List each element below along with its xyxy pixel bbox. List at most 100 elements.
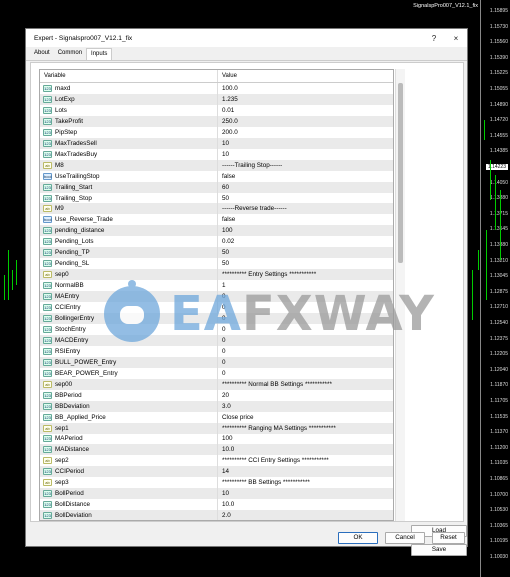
param-value[interactable]: 0.01	[218, 107, 393, 114]
param-row[interactable]: 123 BB_Applied_Price Close price	[40, 411, 393, 423]
param-row[interactable]: bool UseTrailingStop false	[40, 170, 393, 182]
param-value[interactable]: 10	[218, 490, 393, 497]
param-value[interactable]: 60	[218, 184, 393, 191]
param-row[interactable]: bool Use_Reverse_Trade false	[40, 214, 393, 226]
dialog-titlebar[interactable]: Expert - Signalspro007_V12.1_fix ? ×	[26, 29, 467, 47]
param-variable-cell: 123 Lots	[40, 104, 218, 116]
param-value[interactable]: 200.0	[218, 129, 393, 136]
param-value[interactable]: 0	[218, 359, 393, 366]
param-value[interactable]: ********** BB Settings ***********	[218, 479, 393, 486]
number-type-icon: 123	[43, 282, 52, 290]
param-value[interactable]: 50	[218, 195, 393, 202]
number-type-icon: 123	[43, 336, 52, 344]
param-value[interactable]: 10.0	[218, 446, 393, 453]
param-value[interactable]: 1.235	[218, 96, 393, 103]
param-row[interactable]: 123 MaxTradesSell 10	[40, 137, 393, 149]
param-row[interactable]: 123 CCIPeriod 14	[40, 466, 393, 478]
price-tick: 1.13715	[489, 210, 508, 217]
param-row[interactable]: 123 BBDeviation 3.0	[40, 400, 393, 412]
reset-button[interactable]: Reset	[432, 532, 465, 544]
param-row[interactable]: 123 maxd 100.0	[40, 83, 393, 94]
param-value[interactable]: false	[218, 173, 393, 180]
param-value[interactable]: 20	[218, 392, 393, 399]
param-value[interactable]: ------Reverse trade------	[218, 205, 393, 212]
column-header-value[interactable]: Value	[218, 70, 393, 82]
help-button[interactable]: ?	[423, 34, 445, 43]
param-row[interactable]: 123 BBPeriod 20	[40, 389, 393, 401]
param-row[interactable]: ab sep3 ********** BB Settings ***********	[40, 477, 393, 489]
tab-about[interactable]: About	[30, 48, 54, 60]
ok-button[interactable]: OK	[338, 532, 378, 544]
param-row[interactable]: 123 Trailing_Start 60	[40, 181, 393, 193]
param-value[interactable]: 250.0	[218, 118, 393, 125]
param-row[interactable]: 123 TakeProfit 250.0	[40, 115, 393, 127]
number-type-icon: 123	[43, 194, 52, 202]
param-name: CCIEntry	[55, 304, 81, 312]
number-type-icon: 123	[43, 249, 52, 257]
string-type-icon: ab	[43, 457, 52, 465]
number-type-icon: 123	[43, 501, 52, 509]
param-value[interactable]: 2.0	[218, 512, 393, 519]
param-name: MaxTradesBuy	[55, 150, 98, 158]
param-variable-cell: 123 BBDeviation	[40, 400, 218, 412]
param-row[interactable]: ab M9 ------Reverse trade------	[40, 203, 393, 215]
price-tick: 1.10865	[489, 476, 508, 482]
save-button[interactable]: Save	[411, 544, 467, 556]
param-row[interactable]: 123 BULL_POWER_Entry 0	[40, 356, 393, 368]
param-row[interactable]: 123 Trailing_Stop 50	[40, 192, 393, 204]
param-row[interactable]: 123 BollDistance 10.0	[40, 499, 393, 511]
cancel-button[interactable]: Cancel	[385, 532, 425, 544]
param-name: NormalBB	[55, 282, 84, 290]
param-value[interactable]: ********** Ranging MA Settings *********…	[218, 425, 393, 432]
param-row[interactable]: 123 MaxTradesBuy 10	[40, 148, 393, 160]
param-value[interactable]: 0.02	[218, 238, 393, 245]
param-row[interactable]: ab sep2 ********** CCI Entry Settings ****…	[40, 455, 393, 467]
param-value[interactable]: 100	[218, 227, 393, 234]
param-row[interactable]: 123 PipStep 200.0	[40, 126, 393, 138]
param-value[interactable]: 10	[218, 151, 393, 158]
number-type-icon: 123	[43, 95, 52, 103]
param-row[interactable]: ab sep1 ********** Ranging MA Settings ***…	[40, 422, 393, 434]
param-value[interactable]: ********** Normal BB Settings **********…	[218, 381, 393, 388]
param-row[interactable]: 123 BollPeriod 10	[40, 488, 393, 500]
tab-common[interactable]: Common	[54, 48, 86, 60]
param-value[interactable]: 100	[218, 435, 393, 442]
param-row[interactable]: 123 MADistance 10.0	[40, 444, 393, 456]
param-row[interactable]: 123 Lots 0.01	[40, 104, 393, 116]
param-row[interactable]: 123 Pending_Lots 0.02	[40, 236, 393, 248]
param-name: Trailing_Start	[55, 183, 93, 191]
close-button[interactable]: ×	[445, 34, 467, 43]
param-row[interactable]: 123 BEAR_POWER_Entry 0	[40, 367, 393, 379]
param-value[interactable]: ********** CCI Entry Settings **********…	[218, 457, 393, 464]
param-value[interactable]: 10	[218, 140, 393, 147]
param-value[interactable]: 14	[218, 468, 393, 475]
param-value[interactable]: 10.0	[218, 501, 393, 508]
param-value[interactable]: 100.0	[218, 85, 393, 92]
price-tick: 1.10030	[489, 554, 508, 560]
param-row[interactable]: 123 Pending_TP 50	[40, 247, 393, 259]
column-header-variable[interactable]: Variable	[40, 70, 218, 82]
param-row[interactable]: 123 LotExp 1.235	[40, 93, 393, 105]
param-value[interactable]: false	[218, 216, 393, 223]
param-variable-cell: ab sep3	[40, 477, 218, 489]
param-value[interactable]: ------Trailing Stop------	[218, 162, 393, 169]
tab-inputs[interactable]: Inputs	[86, 48, 113, 60]
param-row[interactable]: 123 Pending_SL 50	[40, 258, 393, 270]
param-name: sep2	[55, 457, 69, 465]
param-row[interactable]: 123 MAPeriod 100	[40, 433, 393, 445]
param-variable-cell: 123 MAPeriod	[40, 433, 218, 445]
param-name: Trailing_Stop	[55, 194, 92, 202]
param-row[interactable]: ab M8 ------Trailing Stop------	[40, 159, 393, 171]
number-type-icon: 123	[43, 227, 52, 235]
param-value[interactable]: 50	[218, 249, 393, 256]
param-value[interactable]: 0	[218, 370, 393, 377]
scrollbar-thumb[interactable]	[398, 83, 403, 263]
param-value[interactable]: 50	[218, 260, 393, 267]
param-value[interactable]: Close price	[218, 414, 393, 421]
param-name: pending_distance	[55, 227, 105, 235]
param-row[interactable]: ab sep00 ********** Normal BB Settings ***…	[40, 378, 393, 390]
param-variable-cell: 123 BollDistance	[40, 499, 218, 511]
param-row[interactable]: 123 pending_distance 100	[40, 225, 393, 237]
param-row[interactable]: 123 BollDeviation 2.0	[40, 510, 393, 520]
param-value[interactable]: 3.0	[218, 403, 393, 410]
